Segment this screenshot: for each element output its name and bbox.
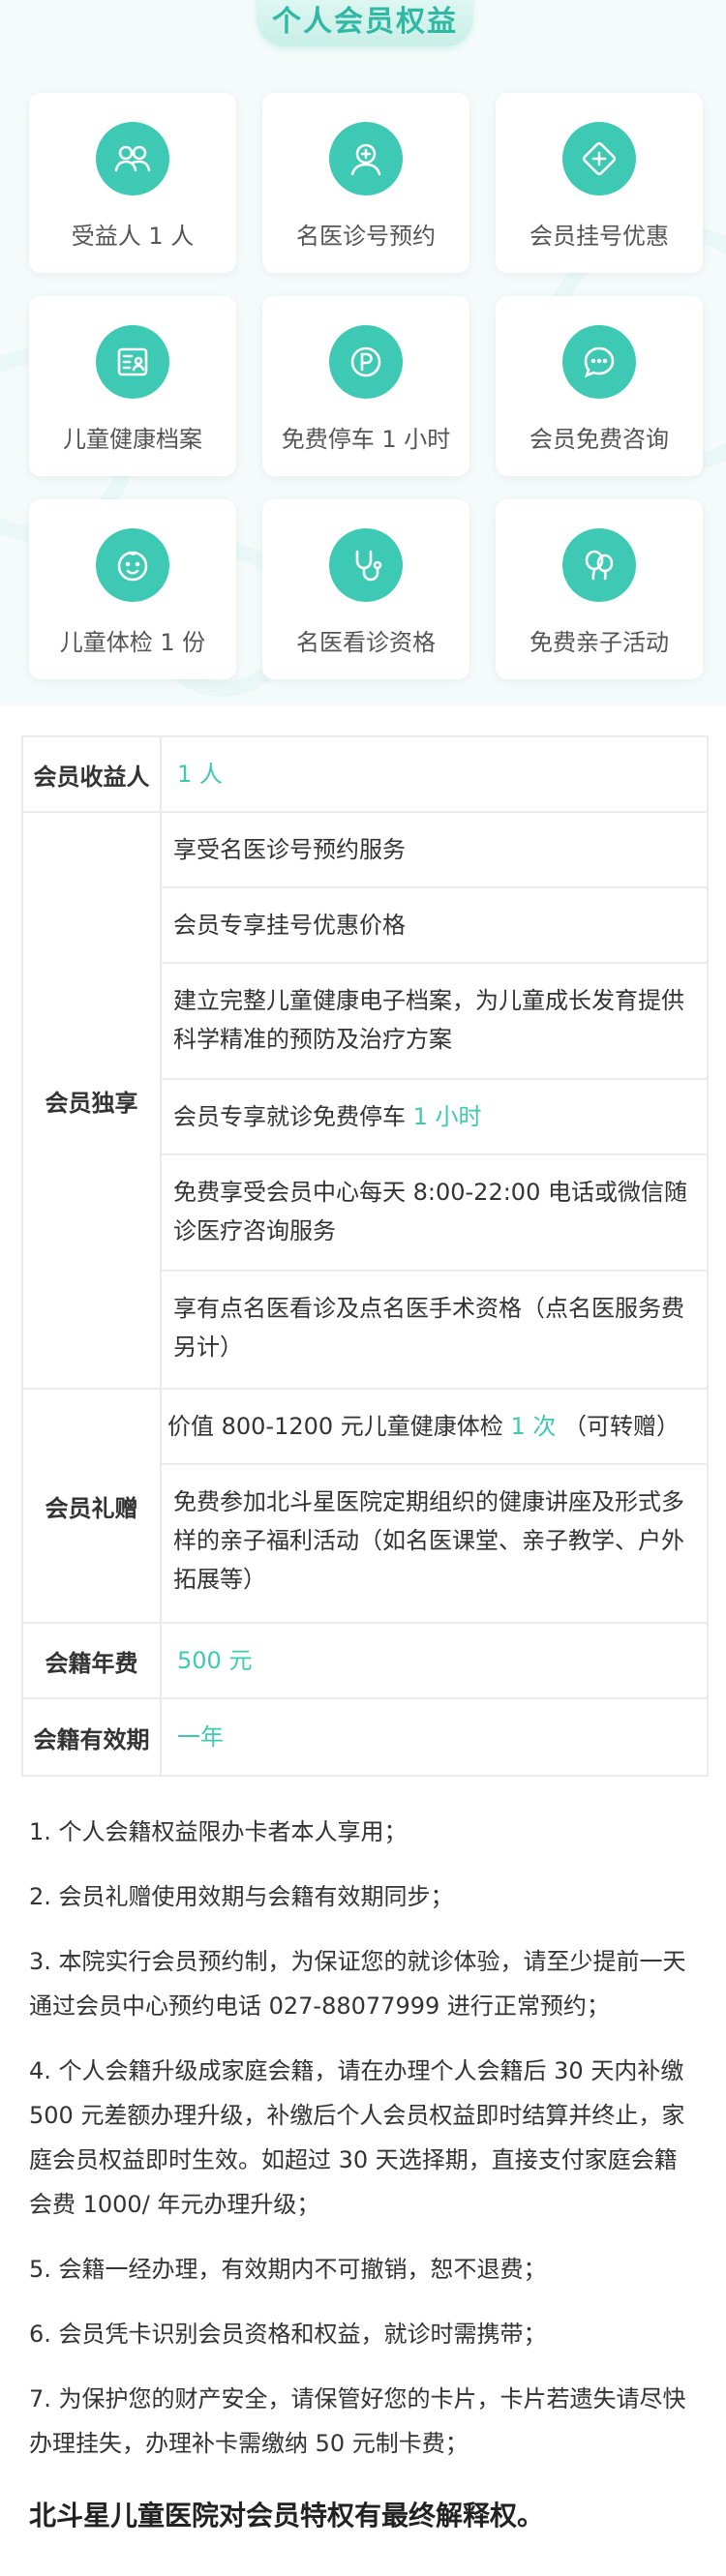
benefit-label: 受益人 1 人: [71, 223, 195, 250]
term-item: 4. 个人会籍升级成家庭会籍，请在办理个人会籍后 30 天内补缴 500 元差额…: [29, 2057, 685, 2218]
table-row-exclusive: 会员独享 享受名医诊号预约服务 会员专享挂号优惠价格 建立完整儿童健康电子档案，…: [23, 813, 707, 1390]
term-item: 1. 个人会籍权益限办卡者本人享用；: [29, 1818, 408, 1845]
terms-list: 1. 个人会籍权益限办卡者本人享用； 2. 会员礼赠使用效期与会籍有效期同步； …: [29, 1810, 699, 2486]
benefit-card-doctor-appointment[interactable]: 名医诊号预约: [262, 93, 469, 273]
benefit-label: 免费停车 1 小时: [281, 426, 451, 453]
term-item: 6. 会员凭卡识别会员资格和权益，就诊时需携带；: [29, 2321, 547, 2348]
term-item: 5. 会籍一经办理，有效期内不可撤销，恕不退费；: [29, 2256, 547, 2283]
exclusive-item: 享有点名医看诊及点名医手术资格（点名医服务费另计）: [173, 1295, 684, 1361]
discount-icon: [562, 122, 636, 195]
exclusive-item: 建立完整儿童健康电子档案，为儿童成长发育提供科学精准的预防及治疗方案: [162, 964, 707, 1080]
benefit-label: 名医诊号预约: [296, 223, 436, 250]
benefit-label: 儿童体检 1 份: [59, 629, 206, 656]
validity-value: 一年: [177, 1723, 224, 1751]
benefit-card-doctor-visit[interactable]: 名医看诊资格: [262, 499, 469, 679]
term-item: 7. 为保护您的财产安全，请保管好您的卡片，卡片若遗失请尽快办理挂失，办理补卡需…: [29, 2385, 686, 2457]
row-header: 会员礼赠: [23, 1390, 162, 1622]
exclusive-item: 会员专享就诊免费停车 1 小时: [162, 1080, 707, 1155]
exclusive-item-text: 会员专享就诊免费停车: [173, 1103, 406, 1130]
row-header: 会员收益人: [23, 737, 162, 811]
page-title: 个人会员权益: [272, 5, 458, 39]
benefit-card-registration-discount[interactable]: 会员挂号优惠: [496, 93, 703, 273]
beneficiary-value: 1 人: [177, 761, 223, 788]
people-icon: [96, 122, 169, 195]
benefit-label: 会员挂号优惠: [529, 223, 669, 250]
benefits-table: 会员收益人 1 人 会员独享 享受名医诊号预约服务 会员专享挂号优惠价格 建立完…: [21, 735, 709, 1777]
chat-icon: [562, 325, 636, 399]
fee-value: 500 元: [177, 1647, 253, 1674]
benefit-card-checkup[interactable]: 儿童体检 1 份: [29, 499, 236, 679]
row-header: 会籍年费: [23, 1624, 162, 1697]
benefit-label: 免费亲子活动: [529, 629, 669, 656]
final-statement: 北斗星儿童医院对会员特权有最终解释权。: [29, 2500, 545, 2531]
gift-item-text: 价值 800-1200 元儿童健康体检: [167, 1413, 503, 1440]
parking-duration: 1 小时: [412, 1103, 482, 1130]
benefit-label: 名医看诊资格: [296, 629, 436, 656]
benefit-card-consultation[interactable]: 会员免费咨询: [496, 296, 703, 476]
benefit-card-beneficiary[interactable]: 受益人 1 人: [29, 93, 236, 273]
term-item: 2. 会员礼赠使用效期与会籍有效期同步；: [29, 1883, 454, 1910]
gift-item-note: （可转赠）: [563, 1413, 680, 1440]
balloon-icon: [562, 528, 636, 602]
benefit-label: 儿童健康档案: [63, 426, 202, 453]
benefit-card-family-activity[interactable]: 免费亲子活动: [496, 499, 703, 679]
exclusive-item: 免费享受会员中心每天 8:00-22:00 电话或微信随诊医疗咨询服务: [162, 1155, 707, 1272]
table-row-validity: 会籍有效期 一年: [23, 1699, 707, 1775]
gift-item: 价值 800-1200 元儿童健康体检 1 次 （可转赠）: [162, 1390, 707, 1465]
benefit-grid: 受益人 1 人 名医诊号预约 会员挂号优惠 儿童健康档案 免费停车 1 小时 会…: [29, 93, 705, 679]
exclusive-item: 会员专享挂号优惠价格: [162, 888, 707, 964]
stethoscope-icon: [329, 528, 403, 602]
row-header: 会籍有效期: [23, 1699, 162, 1775]
checkup-count: 1 次: [510, 1413, 557, 1440]
table-row-gift: 会员礼赠 价值 800-1200 元儿童健康体检 1 次 （可转赠） 免费参加北…: [23, 1390, 707, 1624]
parking-icon: [329, 325, 403, 399]
health-record-icon: [96, 325, 169, 399]
table-row-fee: 会籍年费 500 元: [23, 1624, 707, 1699]
baby-face-icon: [96, 528, 169, 602]
benefit-card-parking[interactable]: 免费停车 1 小时: [262, 296, 469, 476]
benefit-card-health-record[interactable]: 儿童健康档案: [29, 296, 236, 476]
doctor-icon: [329, 122, 403, 195]
section-title: 个人会员权益: [257, 0, 473, 46]
table-row-beneficiary: 会员收益人 1 人: [23, 737, 707, 813]
gift-item: 免费参加北斗星医院定期组织的健康讲座及形式多样的亲子福利活动（如名医课堂、亲子教…: [173, 1488, 684, 1593]
term-item: 3. 本院实行会员预约制，为保证您的就诊体验，请至少提前一天通过会员中心预约电话…: [29, 1948, 686, 2020]
exclusive-item: 享受名医诊号预约服务: [162, 813, 707, 888]
benefit-label: 会员免费咨询: [529, 426, 669, 453]
row-header: 会员独享: [23, 813, 162, 1388]
